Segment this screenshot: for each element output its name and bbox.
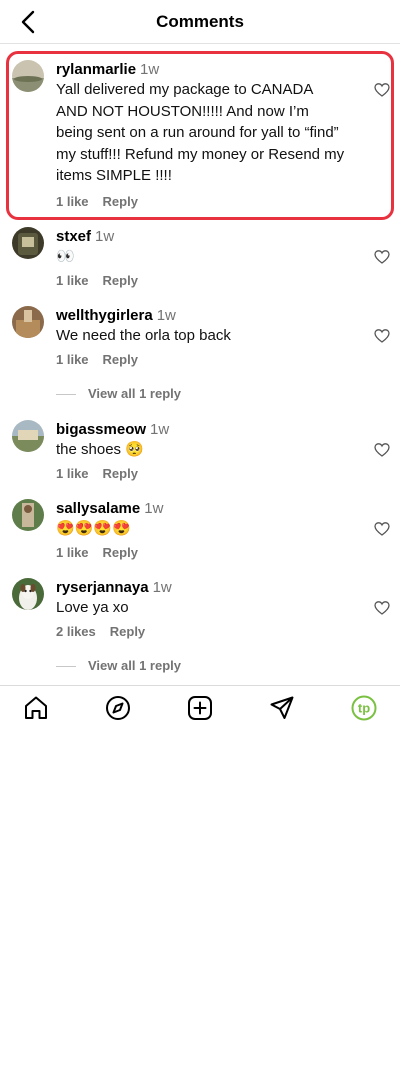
reply-button[interactable]: Reply [110, 624, 145, 639]
explore-icon[interactable] [104, 694, 132, 722]
bottom-tab-bar: tp [0, 685, 400, 729]
avatar[interactable] [12, 420, 44, 452]
comment-time: 1w [144, 500, 164, 517]
reply-button[interactable]: Reply [103, 545, 138, 560]
comment-time: 1w [152, 579, 172, 596]
create-icon[interactable] [186, 694, 214, 722]
comment-text: the shoes 🥺 [56, 441, 144, 458]
reply-divider [56, 666, 76, 668]
comment-text: 😍😍😍😍 [56, 520, 131, 537]
direct-message-icon[interactable] [268, 694, 296, 722]
reply-button[interactable]: Reply [103, 466, 138, 481]
comment-text: Love ya xo [56, 599, 129, 616]
comment-time: 1w [140, 61, 160, 78]
like-count[interactable]: 1 like [56, 466, 89, 481]
comment-text: 👀 [56, 248, 75, 265]
avatar[interactable] [12, 227, 44, 259]
like-count[interactable]: 2 likes [56, 624, 96, 639]
reply-button[interactable]: Reply [103, 273, 138, 288]
view-replies-button[interactable]: View all 1 reply [56, 386, 181, 401]
comment-username[interactable]: ryserjannaya [56, 579, 149, 596]
comments-header: Comments [0, 0, 400, 44]
heart-icon[interactable] [374, 442, 390, 458]
comment-time: 1w [150, 421, 170, 438]
heart-icon[interactable] [374, 82, 390, 98]
view-replies-button[interactable]: View all 1 reply [56, 658, 181, 673]
comment-text: Yall delivered my package to CANADA AND … [56, 81, 345, 184]
page-title: Comments [156, 12, 244, 31]
heart-icon[interactable] [374, 600, 390, 616]
comment-time: 1w [156, 307, 176, 324]
comment-username[interactable]: wellthygirlera [56, 307, 153, 324]
reply-button[interactable]: Reply [103, 194, 138, 209]
reply-button[interactable]: Reply [103, 352, 138, 367]
like-count[interactable]: 1 like [56, 273, 89, 288]
comment-username[interactable]: sallysalame [56, 500, 140, 517]
heart-icon[interactable] [374, 328, 390, 344]
reply-divider [56, 394, 76, 396]
profile-avatar-icon[interactable]: tp [350, 694, 378, 722]
comment-time: 1w [95, 228, 115, 245]
heart-icon[interactable] [374, 249, 390, 265]
avatar[interactable] [12, 578, 44, 610]
like-count[interactable]: 1 like [56, 545, 89, 560]
comment-text: We need the orla top back [56, 327, 231, 344]
view-replies-label: View all 1 reply [88, 658, 181, 673]
comment-username[interactable]: stxef [56, 228, 91, 245]
avatar[interactable] [12, 60, 44, 92]
avatar[interactable] [12, 306, 44, 338]
like-count[interactable]: 1 like [56, 194, 89, 209]
comment-username[interactable]: rylanmarlie [56, 61, 136, 78]
profile-initials: tp [358, 701, 370, 716]
heart-icon[interactable] [374, 521, 390, 537]
view-replies-label: View all 1 reply [88, 386, 181, 401]
avatar[interactable] [12, 499, 44, 531]
home-icon[interactable] [22, 694, 50, 722]
comment-username[interactable]: bigassmeow [56, 421, 146, 438]
like-count[interactable]: 1 like [56, 352, 89, 367]
